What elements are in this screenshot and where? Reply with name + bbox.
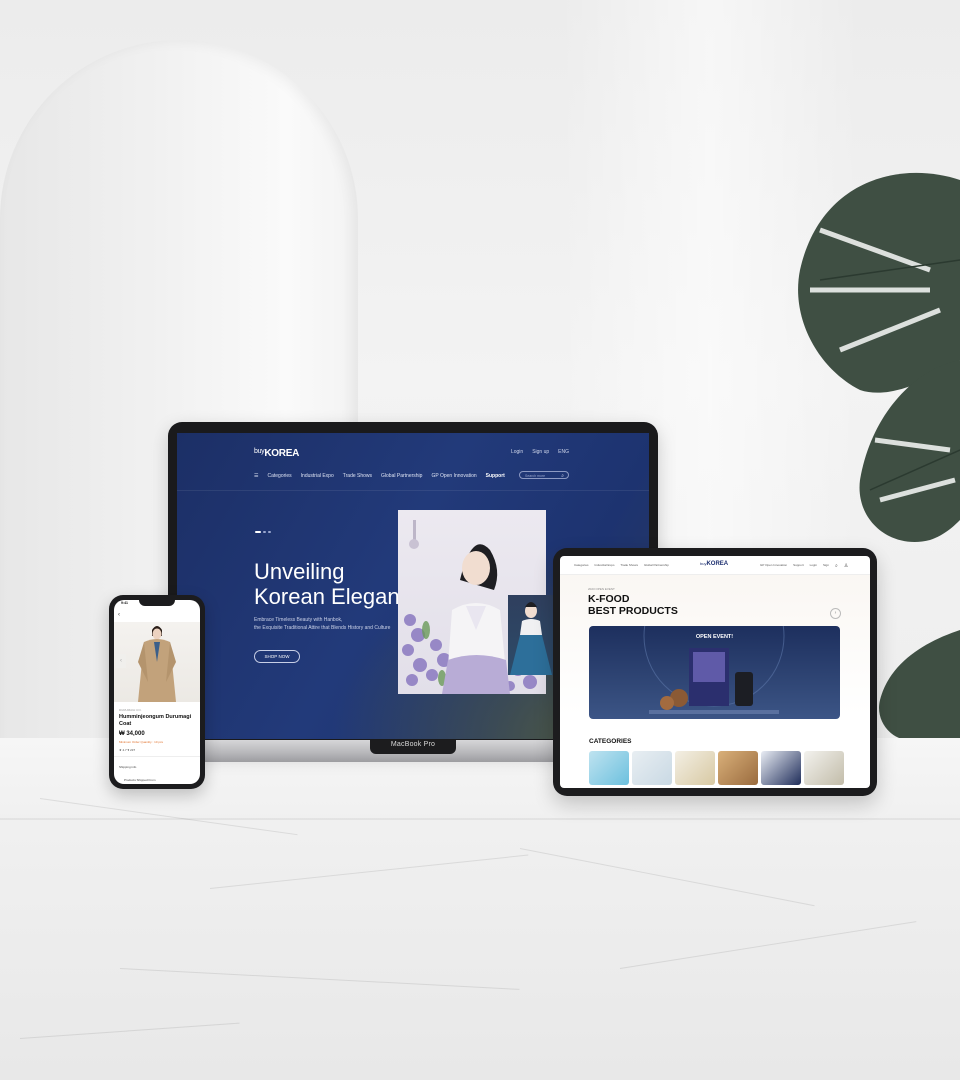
open-event-banner[interactable]: OPEN EVENT! — [589, 626, 840, 719]
tablet-right-links: GP Open Innovation Support Login Sign ⌕ … — [760, 563, 848, 569]
logo-small-text: buy — [254, 448, 265, 455]
tablet-support[interactable]: Support — [793, 563, 804, 569]
rating-and-likes: ★ 4.7 ♥ 237 — [119, 748, 136, 752]
hero-subtitle: Embrace Timeless Beauty with Hanbok, the… — [254, 616, 390, 632]
nav-divider — [177, 490, 649, 491]
category-thumb[interactable] — [589, 751, 629, 785]
laptop-model-label: MacBook Pro — [390, 741, 436, 748]
product-name: Humminjeongum Durumagi Coat — [119, 714, 192, 727]
marble-edge — [0, 818, 960, 820]
tablet-logo-main: KOREA — [706, 561, 729, 567]
phone-divider — [114, 756, 200, 757]
tablet-sign[interactable]: Sign — [823, 563, 829, 569]
tablet-menu: Categories Industrial Expo Trade Shows G… — [574, 563, 669, 567]
category-thumb[interactable] — [761, 751, 801, 785]
next-arrow-icon[interactable]: › — [830, 608, 841, 619]
min-order-note: Minimum Order Quantity : 10 pcs — [119, 740, 164, 744]
category-thumb[interactable] — [675, 751, 715, 785]
menu-global-partnership[interactable]: Global Partnership — [381, 473, 422, 479]
phone-screen: 9:41 ‹ ‹ DURUMAGI CO. Humminjeongum Duru… — [114, 600, 200, 784]
kfood-title: K-FOOD BEST PRODUCTS — [588, 593, 678, 617]
logo-main-text: KOREA — [264, 448, 300, 459]
tablet-screen: Categories Industrial Expo Trade Shows G… — [560, 556, 870, 788]
category-thumbnails — [589, 751, 844, 785]
buykorea-logo[interactable]: buyKOREA — [254, 448, 299, 459]
tablet-menu-industrial-expo[interactable]: Industrial Expo — [595, 563, 615, 567]
search-icon[interactable]: ⌕ — [561, 472, 564, 480]
back-icon[interactable]: ‹ — [118, 612, 120, 618]
kfood-title-line2: BEST PRODUCTS — [588, 605, 678, 617]
tablet-login[interactable]: Login — [810, 563, 817, 569]
kfood-title-line1: K-FOOD — [588, 593, 630, 605]
hero-subtitle-line1: Embrace Timeless Beauty with Hanbok, — [254, 617, 343, 623]
status-time: 9:41 — [121, 601, 129, 605]
product-mockup-scene: buyKOREA Login Sign up ENG ☰ Categories … — [0, 0, 960, 1080]
tablet-menu-categories[interactable]: Categories — [574, 563, 589, 567]
tablet-device: Categories Industrial Expo Trade Shows G… — [553, 548, 877, 796]
tablet-nav: Categories Industrial Expo Trade Shows G… — [560, 556, 870, 574]
language-link[interactable]: ENG — [558, 449, 569, 455]
user-icon[interactable]: ♙ — [844, 563, 848, 569]
carousel-dots[interactable] — [255, 531, 271, 533]
category-thumb[interactable] — [718, 751, 758, 785]
phone-device: 9:41 ‹ ‹ DURUMAGI CO. Humminjeongum Duru… — [109, 595, 205, 789]
main-menu: ☰ Categories Industrial Expo Trade Shows… — [254, 473, 505, 479]
menu-categories[interactable]: Categories — [267, 473, 291, 479]
product-price: ₩ 34,000 — [119, 731, 145, 737]
hamburger-icon[interactable]: ☰ — [254, 473, 258, 479]
menu-support[interactable]: Support — [486, 473, 505, 479]
phone-notch — [139, 600, 175, 606]
login-link[interactable]: Login — [511, 449, 523, 455]
tablet-menu-global-partnership[interactable]: Global Partnership — [644, 563, 669, 567]
menu-industrial-expo[interactable]: Industrial Expo — [301, 473, 334, 479]
product-image: ‹ — [114, 622, 200, 702]
hero-subtitle-line2: the Exquisite Traditional Attire that Bl… — [254, 625, 391, 631]
top-links: Login Sign up ENG — [511, 449, 569, 455]
product-brand: DURUMAGI CO. — [119, 708, 142, 712]
menu-trade-shows[interactable]: Trade Shows — [343, 473, 372, 479]
menu-gp-open-innovation[interactable]: GP Open Innovation — [431, 473, 476, 479]
shipped-from: Products Shipped From — [124, 778, 156, 782]
shop-now-button[interactable]: SHOP NOW — [254, 650, 300, 663]
tablet-logo[interactable]: buyKOREA — [700, 561, 728, 567]
categories-title: CATEGORIES — [589, 738, 632, 745]
signup-link[interactable]: Sign up — [532, 449, 549, 455]
category-thumb[interactable] — [632, 751, 672, 785]
search-icon[interactable]: ⌕ — [835, 563, 838, 569]
hanbok-secondary-image — [508, 595, 554, 675]
tablet-menu-trade-shows[interactable]: Trade Shows — [620, 563, 638, 567]
search-placeholder: Search more — [525, 474, 546, 478]
event-label: 2023 OPEN EVENT — [588, 587, 615, 591]
category-thumb[interactable] — [804, 751, 844, 785]
shipping-info[interactable]: Shipping info — [119, 765, 136, 769]
search-input[interactable]: Search more ⌕ — [519, 471, 569, 479]
tablet-gp-open-innovation[interactable]: GP Open Innovation — [760, 563, 787, 569]
image-prev-icon[interactable]: ‹ — [116, 654, 126, 668]
